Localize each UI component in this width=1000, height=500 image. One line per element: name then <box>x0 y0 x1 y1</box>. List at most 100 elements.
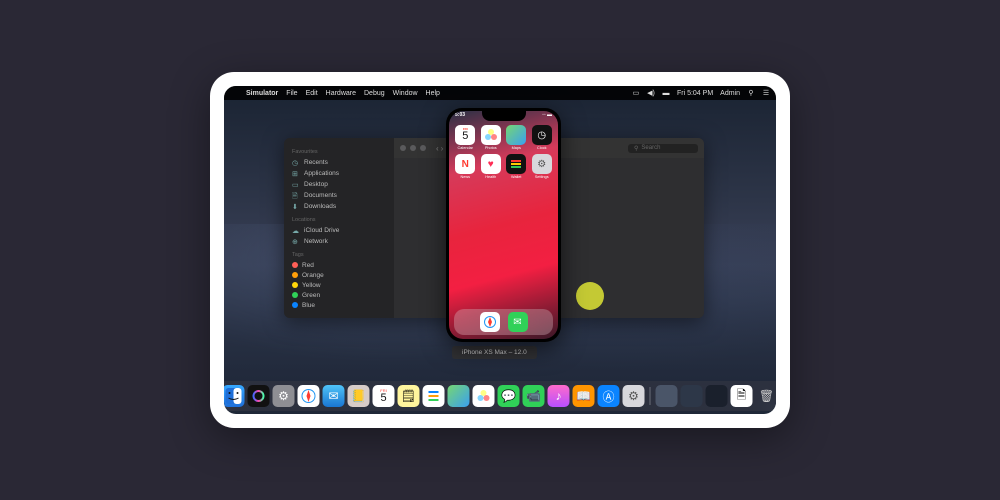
dock-contacts[interactable]: 📒 <box>348 385 370 407</box>
iphone-simulator[interactable]: 5:03 ◦◦ ▬ FRI5Calendar Photos Maps ◷Cloc… <box>446 108 561 342</box>
menu-window[interactable]: Window <box>393 90 418 97</box>
dock-separator <box>650 387 651 405</box>
sidebar-item-downloads[interactable]: ⬇Downloads <box>292 201 386 212</box>
display-icon[interactable]: ▭ <box>632 89 640 97</box>
minimize-button[interactable] <box>410 145 416 151</box>
tag-dot-icon <box>292 292 298 298</box>
search-icon: ⚲ <box>634 145 638 152</box>
macos-dock: ⚙ ✉ 📒 FRI5 🗒 💬 📹 ♪ 📖 Ⓐ ⚙ 🗎 🗑 <box>224 381 776 411</box>
dock-preferences[interactable]: ⚙ <box>623 385 645 407</box>
tag-yellow[interactable]: Yellow <box>292 280 386 290</box>
battery-icon[interactable]: ▬ <box>662 89 670 97</box>
photos-icon <box>477 389 491 403</box>
dock-reminders[interactable] <box>423 385 445 407</box>
dock-messages[interactable]: 💬 <box>498 385 520 407</box>
dock-appstore[interactable]: Ⓐ <box>598 385 620 407</box>
tag-blue[interactable]: Blue <box>292 300 386 310</box>
clock-icon: ◷ <box>292 159 300 167</box>
phone-indicators: ◦◦ ▬ <box>542 112 552 122</box>
sidebar-item-recents[interactable]: ◷Recents <box>292 157 386 168</box>
app-health[interactable]: ♥Health <box>480 154 503 179</box>
network-icon: ⊕ <box>292 238 300 246</box>
sidebar-section-tags: Tags <box>292 252 386 258</box>
dock-trash[interactable]: 🗑 <box>756 385 777 407</box>
apple-icon[interactable] <box>230 89 238 97</box>
sidebar-item-icloud[interactable]: ☁iCloud Drive <box>292 225 386 236</box>
finder-search[interactable]: ⚲ Search <box>628 144 698 153</box>
menu-edit[interactable]: Edit <box>306 90 318 97</box>
finder-sidebar: Favourites ◷Recents ⊞Applications ▭Deskt… <box>284 138 394 318</box>
dock-photos[interactable] <box>473 385 495 407</box>
dock-itunes[interactable]: ♪ <box>548 385 570 407</box>
dock-finder[interactable] <box>224 385 245 407</box>
photos-icon <box>484 128 498 142</box>
phone-time: 5:03 <box>455 112 465 122</box>
dock-maps[interactable] <box>448 385 470 407</box>
volume-icon[interactable]: ◀) <box>647 89 655 97</box>
reminders-icon <box>428 390 440 402</box>
tag-dot-icon <box>292 262 298 268</box>
tag-red[interactable]: Red <box>292 260 386 270</box>
app-calendar[interactable]: FRI5Calendar <box>454 125 477 150</box>
nav-arrows: ‹ › <box>436 144 443 153</box>
tag-green[interactable]: Green <box>292 290 386 300</box>
app-grid-icon: ⊞ <box>292 170 300 178</box>
device-label: iPhone XS Max – 12.0 <box>452 346 537 359</box>
sidebar-section-locations: Locations <box>292 217 386 223</box>
menu-file[interactable]: File <box>286 90 297 97</box>
menubar-time[interactable]: Fri 5:04 PM <box>677 90 713 97</box>
sidebar-item-network[interactable]: ⊕Network <box>292 236 386 247</box>
menu-hardware[interactable]: Hardware <box>326 90 356 97</box>
phone-dock: ✉ <box>454 309 553 335</box>
sidebar-section-favourites: Favourites <box>292 149 386 155</box>
app-maps[interactable]: Maps <box>505 125 528 150</box>
safari-icon <box>301 388 317 404</box>
dock-launchpad[interactable]: ⚙ <box>273 385 295 407</box>
dock-safari[interactable] <box>480 312 500 332</box>
dock-textedit[interactable]: 🗎 <box>731 385 753 407</box>
menu-debug[interactable]: Debug <box>364 90 385 97</box>
sidebar-item-desktop[interactable]: ▭Desktop <box>292 179 386 190</box>
dock-app1[interactable] <box>656 385 678 407</box>
menubar-app-name[interactable]: Simulator <box>246 90 278 97</box>
app-news[interactable]: NNews <box>454 154 477 179</box>
sidebar-item-applications[interactable]: ⊞Applications <box>292 168 386 179</box>
app-clock[interactable]: ◷Clock <box>531 125 554 150</box>
dock-messages[interactable]: ✉ <box>508 312 528 332</box>
search-icon[interactable]: ⚲ <box>747 89 755 97</box>
safari-icon <box>483 315 497 329</box>
zoom-button[interactable] <box>420 145 426 151</box>
app-photos[interactable]: Photos <box>480 125 503 150</box>
dock-ibooks[interactable]: 📖 <box>573 385 595 407</box>
phone-screen: 5:03 ◦◦ ▬ FRI5Calendar Photos Maps ◷Cloc… <box>449 111 558 339</box>
dock-mail[interactable]: ✉ <box>323 385 345 407</box>
presentation-frame: Simulator File Edit Hardware Debug Windo… <box>210 72 790 428</box>
tag-dot-icon <box>292 272 298 278</box>
sidebar-item-documents[interactable]: 🗎Documents <box>292 190 386 201</box>
dock-calendar[interactable]: FRI5 <box>373 385 395 407</box>
menubar: Simulator File Edit Hardware Debug Windo… <box>224 86 776 100</box>
close-button[interactable] <box>400 145 406 151</box>
desktop-icon: ▭ <box>292 181 300 189</box>
tag-dot-icon <box>292 302 298 308</box>
app-wallet[interactable]: Wallet <box>505 154 528 179</box>
dock-safari[interactable] <box>298 385 320 407</box>
app-settings[interactable]: ⚙Settings <box>531 154 554 179</box>
dock-facetime[interactable]: 📹 <box>523 385 545 407</box>
dock-notes[interactable]: 🗒 <box>398 385 420 407</box>
back-button[interactable]: ‹ <box>436 144 439 153</box>
finder-icon <box>226 388 242 404</box>
dock-siri[interactable] <box>248 385 270 407</box>
dock-app2[interactable] <box>681 385 703 407</box>
siri-icon <box>252 389 266 403</box>
phone-app-grid: FRI5Calendar Photos Maps ◷Clock NNews ♥H… <box>454 125 553 179</box>
forward-button[interactable]: › <box>441 144 444 153</box>
wallet-icon <box>509 157 523 171</box>
dock-app3[interactable] <box>706 385 728 407</box>
menu-list-icon[interactable]: ☰ <box>762 89 770 97</box>
menubar-user[interactable]: Admin <box>720 90 740 97</box>
cloud-icon: ☁ <box>292 227 300 235</box>
download-icon: ⬇ <box>292 203 300 211</box>
menu-help[interactable]: Help <box>426 90 440 97</box>
tag-orange[interactable]: Orange <box>292 270 386 280</box>
